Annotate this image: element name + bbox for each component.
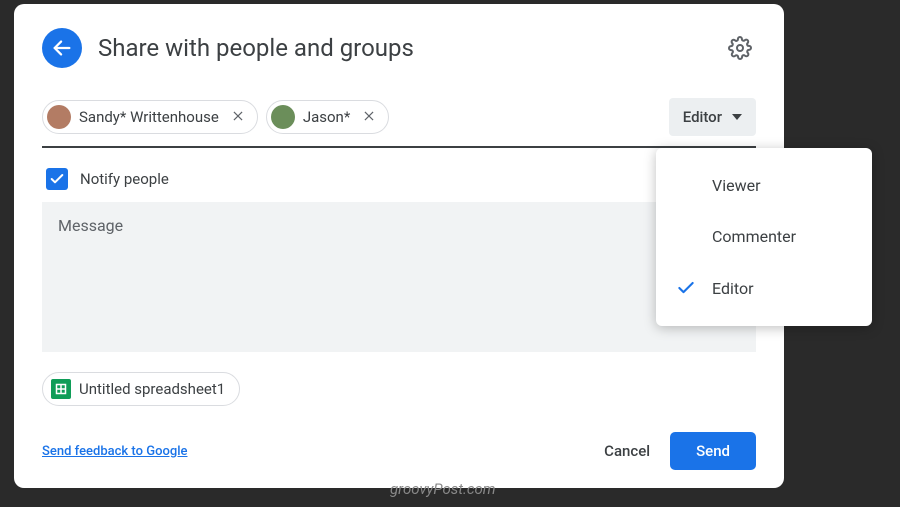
dialog-footer: Send feedback to Google Cancel Send xyxy=(42,432,756,470)
sheets-icon xyxy=(51,379,71,399)
remove-person-button[interactable] xyxy=(227,108,249,127)
message-placeholder: Message xyxy=(58,216,123,235)
avatar xyxy=(47,105,71,129)
dialog-header: Share with people and groups xyxy=(42,28,756,68)
check-icon xyxy=(676,278,696,298)
dialog-title: Share with people and groups xyxy=(98,34,708,62)
close-icon xyxy=(362,109,376,123)
attachment-chip[interactable]: Untitled spreadsheet1 xyxy=(42,372,240,406)
role-dropdown-menu: Viewer Commenter Editor xyxy=(656,148,872,326)
person-chip[interactable]: Sandy* Writtenhouse xyxy=(42,100,258,134)
role-selected-label: Editor xyxy=(683,108,722,126)
caret-down-icon xyxy=(732,114,742,120)
send-button[interactable]: Send xyxy=(670,432,756,470)
close-icon xyxy=(231,109,245,123)
arrow-left-icon xyxy=(51,37,73,59)
role-option-label: Viewer xyxy=(712,176,761,195)
dropdown-check-slot xyxy=(676,278,712,298)
watermark: groovyPost.com xyxy=(390,480,496,498)
notify-row: Notify people xyxy=(42,164,756,202)
avatar xyxy=(271,105,295,129)
settings-button[interactable] xyxy=(724,32,756,64)
person-chip-label: Jason* xyxy=(303,108,350,126)
remove-person-button[interactable] xyxy=(358,108,380,127)
cancel-button[interactable]: Cancel xyxy=(584,432,670,470)
role-option-commenter[interactable]: Commenter xyxy=(656,211,872,262)
check-icon xyxy=(49,171,65,187)
people-chips[interactable]: Sandy* Writtenhouse Jason* xyxy=(42,100,657,134)
role-option-label: Commenter xyxy=(712,227,796,246)
people-input-row: Sandy* Writtenhouse Jason* Editor xyxy=(42,92,756,148)
role-selector[interactable]: Editor xyxy=(669,98,756,136)
role-option-label: Editor xyxy=(712,279,753,298)
notify-checkbox[interactable] xyxy=(46,168,68,190)
feedback-link[interactable]: Send feedback to Google xyxy=(42,444,584,459)
person-chip[interactable]: Jason* xyxy=(266,100,389,134)
role-option-viewer[interactable]: Viewer xyxy=(656,160,872,211)
role-option-editor[interactable]: Editor xyxy=(656,262,872,314)
gear-icon xyxy=(728,36,752,60)
attachment-label: Untitled spreadsheet1 xyxy=(79,380,225,398)
person-chip-label: Sandy* Writtenhouse xyxy=(79,108,219,126)
message-input[interactable]: Message xyxy=(42,202,756,352)
notify-label: Notify people xyxy=(80,170,169,188)
back-button[interactable] xyxy=(42,28,82,68)
